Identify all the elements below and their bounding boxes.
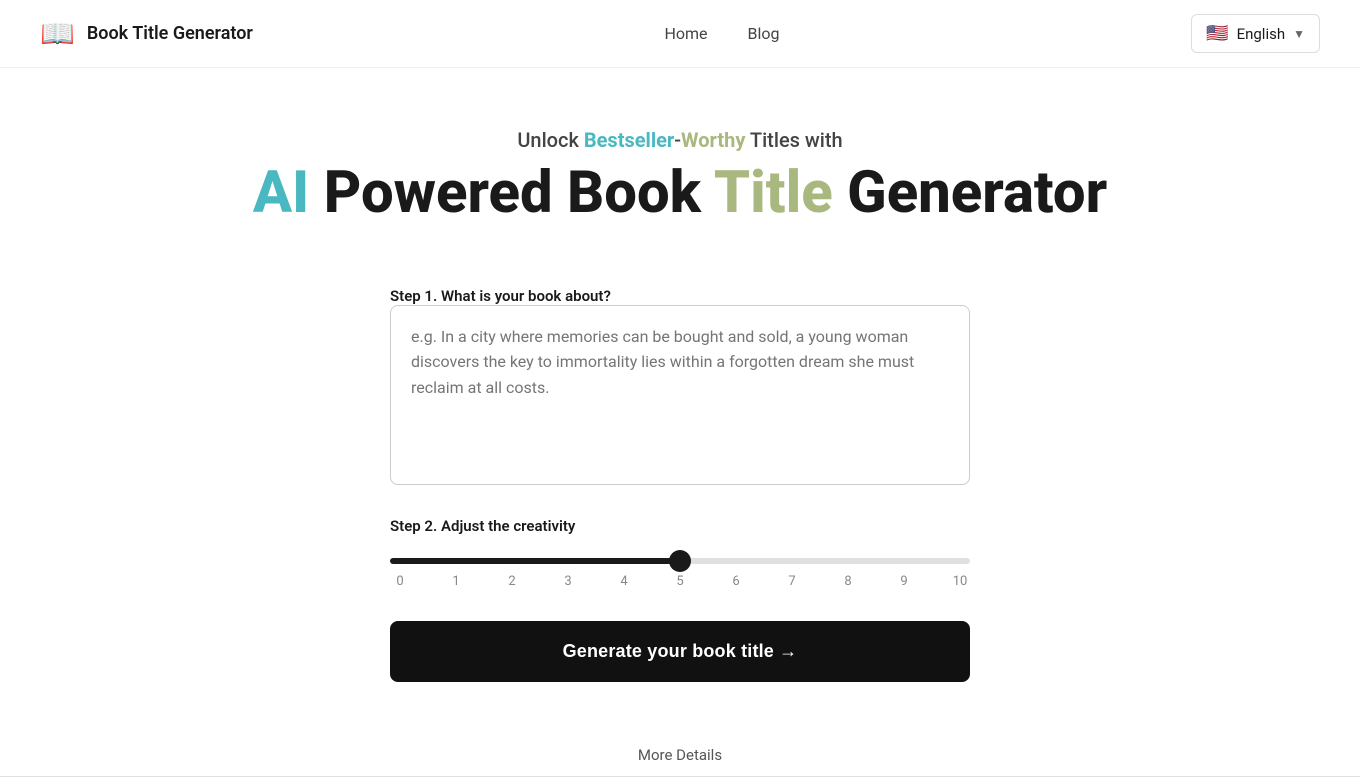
slider-tick-4: 4 — [614, 574, 634, 589]
step1-label: Step 1. What is your book about? — [390, 287, 611, 305]
title-generator: Generator — [833, 159, 1107, 227]
title-ai: AI — [253, 159, 309, 227]
book-description-input[interactable] — [390, 305, 970, 485]
slider-tick-0: 0 — [390, 574, 410, 589]
nav-home[interactable]: Home — [664, 24, 707, 43]
slider-tick-2: 2 — [502, 574, 522, 589]
subtitle-worthy: Worthy — [681, 128, 745, 152]
navbar-center: Home Blog — [664, 24, 779, 43]
slider-tick-1: 1 — [446, 574, 466, 589]
more-details-section: More Details — [0, 722, 1360, 777]
slider-tick-8: 8 — [838, 574, 858, 589]
flag-icon: 🇺🇸 — [1206, 23, 1228, 44]
brand-name: Book Title Generator — [87, 23, 253, 44]
title-powered: Powered — [309, 159, 567, 227]
navbar-left: 📖 Book Title Generator — [40, 17, 253, 50]
slider-tick-6: 6 — [726, 574, 746, 589]
step2-label: Step 2. Adjust the creativity — [390, 517, 970, 535]
hero-title: AI Powered Book Title Generator — [20, 162, 1340, 226]
nav-blog[interactable]: Blog — [748, 24, 780, 43]
logo-icon: 📖 — [40, 17, 75, 50]
slider-tick-9: 9 — [894, 574, 914, 589]
title-book: Book — [567, 159, 714, 227]
language-label: English — [1237, 25, 1286, 43]
subtitle-bestseller: Bestseller — [584, 128, 674, 152]
slider-labels: 0 1 2 3 4 5 6 7 8 9 10 — [390, 574, 970, 589]
more-details-label[interactable]: More Details — [638, 746, 722, 764]
generate-button[interactable]: Generate your book title → — [390, 621, 970, 682]
slider-tick-7: 7 — [782, 574, 802, 589]
slider-tick-5: 5 — [670, 574, 690, 589]
main-content: Step 1. What is your book about? Step 2.… — [370, 266, 990, 722]
slider-container: 0 1 2 3 4 5 6 7 8 9 10 — [390, 549, 970, 589]
hero-subtitle: Unlock Bestseller-Worthy Titles with — [20, 128, 1340, 152]
chevron-down-icon: ▼ — [1293, 27, 1305, 41]
slider-tick-3: 3 — [558, 574, 578, 589]
navbar: 📖 Book Title Generator Home Blog 🇺🇸 Engl… — [0, 0, 1360, 68]
creativity-slider[interactable] — [390, 558, 970, 564]
title-title: Title — [714, 159, 833, 227]
subtitle-suffix: Titles with — [745, 128, 842, 152]
slider-tick-10: 10 — [950, 574, 970, 589]
subtitle-prefix: Unlock — [517, 128, 584, 152]
language-selector[interactable]: 🇺🇸 English ▼ — [1191, 14, 1320, 53]
hero-section: Unlock Bestseller-Worthy Titles with AI … — [0, 68, 1360, 266]
